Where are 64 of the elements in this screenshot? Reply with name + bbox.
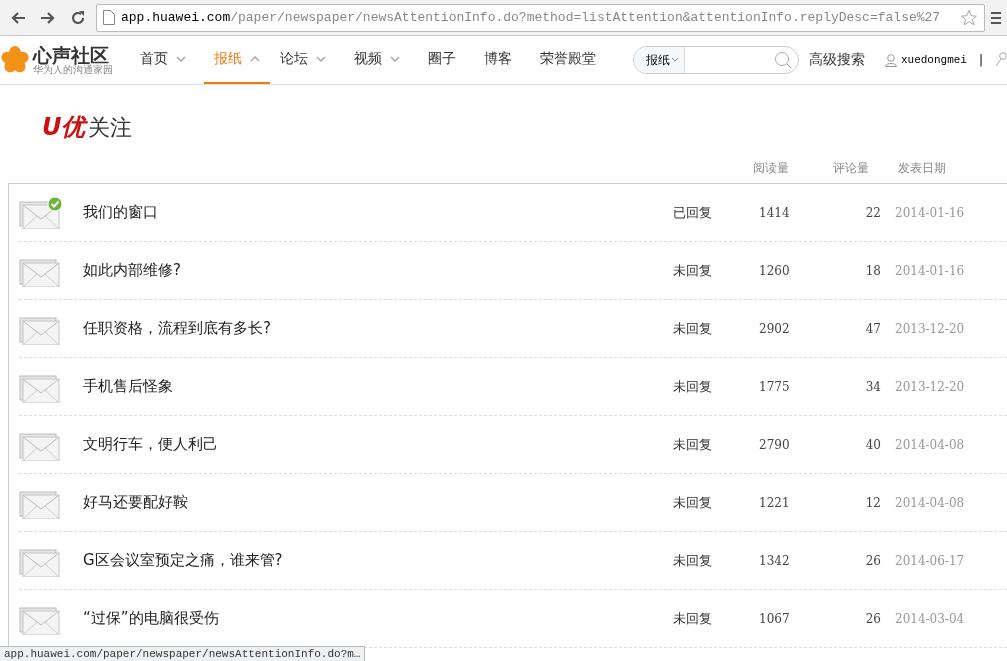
post-title-link[interactable]: 手机售后怪象 (83, 377, 673, 396)
read-count: 1342 (759, 553, 791, 568)
logo-subtitle: 华为人的沟通家园 (33, 64, 113, 75)
publish-date: 2014-01-16 (895, 263, 966, 278)
logo-title: 心声社区 (33, 45, 109, 65)
nav-tab[interactable]: 荣誉殿堂 (530, 36, 606, 84)
nav-tab[interactable]: 首页 (130, 36, 196, 84)
publish-date: 2013-12-20 (895, 321, 966, 336)
nav-tab[interactable]: 视频 (344, 36, 410, 84)
read-count: 2902 (759, 321, 791, 336)
post-title-link[interactable]: G区会议室预定之痛，谁来管? (83, 551, 673, 570)
reply-status: 未回复 (673, 609, 713, 628)
publish-date: 2014-03-04 (895, 611, 966, 626)
comment-count: 34 (864, 379, 882, 394)
user-icon (884, 53, 897, 67)
read-count: 2790 (759, 437, 791, 452)
reply-status: 未回复 (673, 261, 713, 280)
column-header: 发表日期 (897, 160, 947, 177)
publish-date: 2014-04-08 (895, 437, 966, 452)
read-count: 1414 (759, 205, 791, 220)
caret-icon (671, 58, 678, 62)
flower-logo-icon (0, 46, 30, 74)
publish-date: 2014-01-16 (895, 205, 966, 220)
comment-count: 18 (864, 263, 882, 278)
comment-count: 47 (864, 321, 882, 336)
reply-status: 未回复 (673, 551, 713, 570)
column-header: 评论量 (832, 160, 870, 177)
publish-date: 2014-06-17 (895, 553, 966, 568)
reply-status: 未回复 (673, 319, 713, 338)
advanced-search-link[interactable]: 高级搜索 (808, 51, 865, 69)
comment-count: 26 (864, 553, 882, 568)
read-count: 1067 (759, 611, 791, 626)
reply-status: 已回复 (673, 203, 713, 222)
title-mark: U优 (42, 112, 86, 143)
page-icon (103, 10, 115, 25)
post-title-link[interactable]: “过保”的电脑很受伤 (83, 609, 673, 628)
menu-icon[interactable] (991, 10, 1001, 25)
post-title-link[interactable]: 文明行车，便人利己 (83, 435, 673, 454)
post-title-link[interactable]: 任职资格，流程到底有多长? (83, 319, 673, 338)
nav-tab[interactable]: 论坛 (270, 36, 336, 84)
comment-count: 12 (864, 495, 882, 510)
comment-count: 22 (864, 205, 882, 220)
star-icon[interactable] (960, 8, 978, 27)
reply-status: 未回复 (673, 435, 713, 454)
post-title-link[interactable]: 我们的窗口 (83, 203, 673, 222)
address-bar[interactable]: app.huawei.com/paper/newspaper/newsAttentionInfo.do?method=listAttention&attentionInfo.replyDesc=false%27 (96, 3, 985, 32)
nav-tab[interactable]: 博客 (474, 36, 522, 84)
post-title-link[interactable]: 如此内部维修? (83, 261, 673, 280)
publish-date: 2014-04-08 (895, 495, 966, 510)
column-header: 阅读量 (752, 160, 790, 177)
post-title-link[interactable]: 好马还要配好鞍 (83, 493, 673, 512)
read-count: 1221 (759, 495, 791, 510)
comment-count: 40 (864, 437, 882, 452)
reply-status: 未回复 (673, 377, 713, 396)
comment-count: 26 (864, 611, 882, 626)
read-count: 1260 (759, 263, 791, 278)
publish-date: 2013-12-20 (895, 379, 966, 394)
separator-text: | (978, 53, 983, 67)
nav-tab[interactable]: 圈子 (418, 36, 466, 84)
read-count: 1775 (759, 379, 791, 394)
reply-status: 未回复 (673, 493, 713, 512)
status-bar: app.huawei.com/paper/newspaper/newsAttentionInfo.do?m… (0, 646, 366, 661)
username-link[interactable]: xuedongmei (900, 54, 967, 66)
page-title: 关注 (87, 114, 132, 142)
